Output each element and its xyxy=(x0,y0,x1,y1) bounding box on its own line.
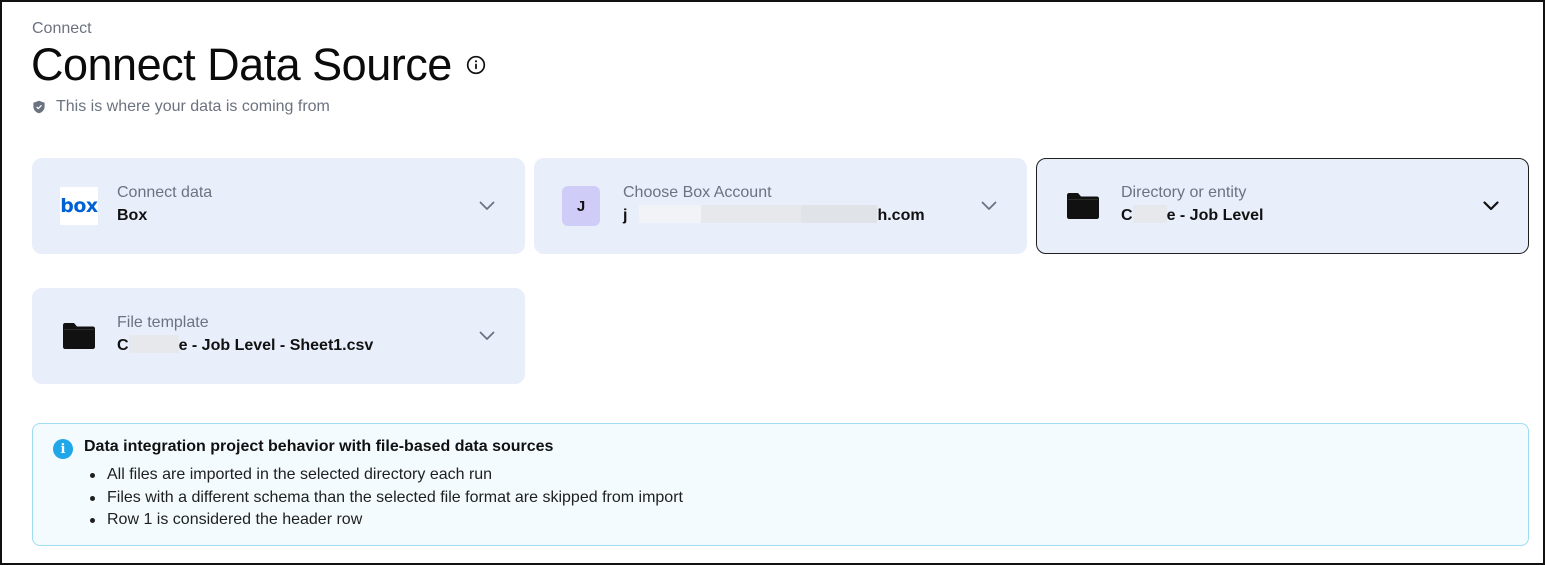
directory-value: Ce - Job Level xyxy=(1121,205,1263,227)
redaction xyxy=(639,205,702,223)
info-list: All files are imported in the selected d… xyxy=(90,464,683,532)
info-heading: Data integration project behavior with f… xyxy=(84,438,554,455)
breadcrumb[interactable]: Connect xyxy=(32,20,92,38)
file-template-value-end: e - Job Level - Sheet1.csv xyxy=(178,337,374,354)
info-list-item: Files with a different schema than the s… xyxy=(90,487,683,510)
info-icon[interactable] xyxy=(466,55,486,75)
redaction xyxy=(128,335,179,353)
info-list-item: Row 1 is considered the header row xyxy=(90,509,683,532)
redaction xyxy=(701,205,802,223)
avatar-initial: J xyxy=(562,186,600,226)
subtitle: This is where your data is coming from xyxy=(32,98,330,116)
box-account-label: Choose Box Account xyxy=(623,184,772,201)
redaction xyxy=(801,205,878,223)
subtitle-text: This is where your data is coming from xyxy=(56,98,330,115)
folder-icon xyxy=(1064,187,1102,225)
file-template-label: File template xyxy=(117,314,209,331)
file-template-value-start: C xyxy=(117,337,129,354)
box-logo-icon: box xyxy=(60,187,98,225)
directory-value-end: e - Job Level xyxy=(1166,207,1264,224)
redaction xyxy=(1132,205,1167,223)
file-template-value: Ce - Job Level - Sheet1.csv xyxy=(117,335,373,357)
folder-icon xyxy=(60,317,98,355)
box-account-value-start: j xyxy=(623,207,628,224)
directory-select[interactable]: Directory or entity Ce - Job Level xyxy=(1036,158,1529,254)
shield-icon xyxy=(32,100,46,114)
box-account-value: j h.com xyxy=(623,205,925,227)
connect-data-value: Box xyxy=(117,207,148,224)
chevron-down-icon[interactable] xyxy=(1482,197,1500,215)
chevron-down-icon[interactable] xyxy=(478,197,496,215)
info-circle-icon: i xyxy=(53,439,73,459)
connect-data-select[interactable]: box Connect data Box xyxy=(32,158,525,254)
file-template-select[interactable]: File template Ce - Job Level - Sheet1.cs… xyxy=(32,288,525,384)
info-callout: i Data integration project behavior with… xyxy=(32,423,1529,546)
info-list-item: All files are imported in the selected d… xyxy=(90,464,683,487)
connect-data-label: Connect data xyxy=(117,184,213,201)
chevron-down-icon[interactable] xyxy=(980,197,998,215)
directory-value-start: C xyxy=(1121,207,1133,224)
box-logo: box xyxy=(60,187,98,225)
directory-label: Directory or entity xyxy=(1121,184,1247,201)
chevron-down-icon[interactable] xyxy=(478,327,496,345)
box-account-value-end: h.com xyxy=(877,207,925,224)
title-row: Connect Data Source xyxy=(31,38,486,92)
avatar: J xyxy=(562,186,600,226)
box-account-select[interactable]: J Choose Box Account j h.com xyxy=(534,158,1027,254)
page-title: Connect Data Source xyxy=(31,39,452,90)
